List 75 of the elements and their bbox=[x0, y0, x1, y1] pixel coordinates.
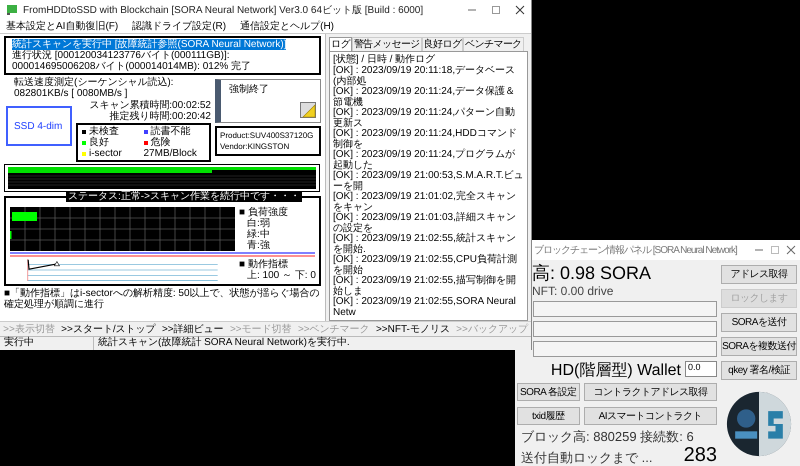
elapsed-time-text: スキャン累積時間:00:02:52 bbox=[89, 100, 211, 111]
legend-label: 青:強 bbox=[246, 240, 271, 251]
force-stop-button[interactable]: 強制終了 bbox=[215, 79, 321, 123]
tab[interactable]: 警告メッセージ bbox=[352, 37, 422, 51]
note-text: ■「動作指標」はi-sectorへの解析精度: 50以上で、状態が揺らぐ場合の確定処理が順調に進行 bbox=[4, 288, 321, 310]
triangle-icon bbox=[300, 102, 316, 118]
menu-item[interactable]: 認識ドライブ設定(R) bbox=[132, 21, 226, 32]
log-entry: [OK] : 2023/09/19 20:11:24,プログラムが起動した bbox=[333, 150, 516, 170]
lock-text: 送付自動ロックまで ... bbox=[521, 450, 652, 466]
nft-text: NFT: 0.00 drive bbox=[531, 284, 614, 298]
log-entry: [OK] : 2023/09/19 21:02:55,統計スキャンを開始. bbox=[333, 234, 516, 254]
window-title: ブロックチェーン情報パネル [SORA Neural Network] bbox=[534, 244, 738, 256]
side-button[interactable]: アドレス取得 bbox=[721, 265, 797, 284]
log-entry: [OK] : 2023/09/19 20:11:24,HDDコマンド制御を bbox=[333, 129, 518, 150]
log-entry: [OK] : 2023/09/19 21:01:02,完全スキャンをキャン bbox=[333, 192, 517, 212]
input-field[interactable] bbox=[533, 341, 717, 357]
window-title: FromHDDtoSSD with Blockchain [SORA Neural Network] Ver3.0 64ビット版 [Build : 6000] bbox=[23, 4, 424, 16]
maximize-icon[interactable] bbox=[491, 5, 501, 15]
remaining-time-text: 推定残り時間:00:20:42 bbox=[109, 111, 211, 122]
countdown-text: 283 bbox=[684, 444, 717, 466]
menu-item[interactable]: 通信設定とヘルプ(H) bbox=[240, 21, 334, 32]
status-bar-text: 実行中 bbox=[0, 337, 94, 350]
toolbar-button[interactable]: >>スタート/ストップ bbox=[61, 324, 156, 334]
wallet-label: HD(階層型) Wallet bbox=[550, 361, 681, 380]
legend-label: 危険 bbox=[150, 137, 170, 148]
log-entry: [OK] : 2023/09/19 20:11:18,データベース(内部処 bbox=[333, 66, 516, 86]
tab[interactable]: ログ bbox=[329, 37, 352, 51]
action-button[interactable]: コントラクトアドレス取得 bbox=[584, 383, 717, 401]
legend-label: 良好 bbox=[89, 137, 109, 148]
legend-label: 読書不能 bbox=[150, 126, 190, 137]
legend-label: 白:弱 bbox=[246, 218, 271, 229]
close-icon[interactable] bbox=[515, 5, 525, 15]
vendor-text: Vendor:KINGSTON bbox=[220, 141, 290, 152]
input-field[interactable] bbox=[533, 301, 717, 317]
legend-label: 未検査 bbox=[89, 126, 119, 137]
action-button[interactable]: SORA 各設定 bbox=[517, 383, 580, 401]
product-text: Product:SUV400S37120G bbox=[220, 130, 314, 141]
legend-title: ■ 負荷強度 bbox=[239, 207, 288, 218]
amount-field[interactable]: 0.0 bbox=[685, 361, 717, 377]
progress-text: 進行状況 [000120034123776バイト(000111GB)]: 000014695006208バイト(000014014MB): 012% 完了 bbox=[12, 50, 252, 72]
range-text: 上: 100 ～ 下: 0 bbox=[246, 270, 316, 281]
side-button[interactable]: qkey 署名/検証 bbox=[721, 361, 797, 380]
scan-status-headline: 統計スキャンを実行中 [故障統計参照(SORA Neural Network)] bbox=[12, 39, 286, 50]
log-entry: [OK] : 2023/09/19 21:01:03,詳細スキャンの設定を bbox=[333, 213, 517, 234]
close-icon[interactable] bbox=[786, 245, 796, 255]
side-button[interactable]: SORAを送付 bbox=[721, 313, 797, 332]
block-size-text: 27MB/Block bbox=[144, 148, 198, 159]
maximize-icon[interactable] bbox=[770, 245, 780, 255]
status-message: ステータス:正常->スキャン作業を続行中です・・・ bbox=[66, 191, 302, 202]
app-icon bbox=[6, 4, 18, 16]
drive-view-panel: SSD 4-dim bbox=[6, 106, 72, 146]
legend-title: ■ 動作指標 bbox=[239, 259, 289, 270]
tab[interactable]: ベンチマーク bbox=[463, 37, 524, 51]
transfer-speed-text: 転送速度測定(シーケンシャル読込): 082801KB/s [ 0080MB/s ] bbox=[13, 77, 174, 99]
balance-text: 高: 0.98 SORA bbox=[531, 262, 652, 284]
log-entry: [OK] : 2023/09/19 21:00:53,S.M.A.R.T.ビューを開 bbox=[333, 171, 524, 192]
toolbar-button[interactable]: >>詳細ビュー bbox=[162, 324, 224, 334]
action-button[interactable]: txid履歴 bbox=[517, 407, 580, 425]
log-entry: [OK] : 2023/09/19 21:02:55,SORA Neural Netw bbox=[333, 297, 517, 318]
tab[interactable]: 良好ログ bbox=[422, 37, 464, 51]
log-entry: [OK] : 2023/09/19 21:02:55,CPU負荷計測を開始 bbox=[333, 255, 518, 276]
menu-item[interactable]: 基本設定とAI自動復旧(F) bbox=[6, 21, 118, 32]
block-info-text: ブロック高: 880259 接続数: 6 bbox=[520, 429, 695, 444]
toolbar-button[interactable]: >>NFT-モノリス bbox=[376, 324, 450, 334]
log-entry: [OK] : 2023/09/19 20:11:24,データ保護＆節電機 bbox=[333, 87, 516, 108]
input-field[interactable] bbox=[533, 321, 717, 337]
status-bar-text: 統計スキャン(故障統計 SORA Neural Network)を実行中. bbox=[97, 337, 351, 350]
coin-logo-icon bbox=[726, 391, 792, 457]
log-entry: [OK] : 2023/09/19 20:11:24,パターン自動更新ス bbox=[333, 108, 516, 128]
action-button[interactable]: AIスマートコントラクト bbox=[584, 407, 717, 425]
log-entry: [OK] : 2023/09/19 21:02:55,描写制御を開始しま bbox=[333, 276, 517, 296]
legend-label: 緑:中 bbox=[246, 229, 271, 240]
legend-label: i-sector bbox=[89, 148, 122, 159]
side-button[interactable]: SORAを複数送付 bbox=[721, 337, 797, 356]
log-header: [状態] / 日時 / 動作ログ bbox=[333, 54, 436, 65]
